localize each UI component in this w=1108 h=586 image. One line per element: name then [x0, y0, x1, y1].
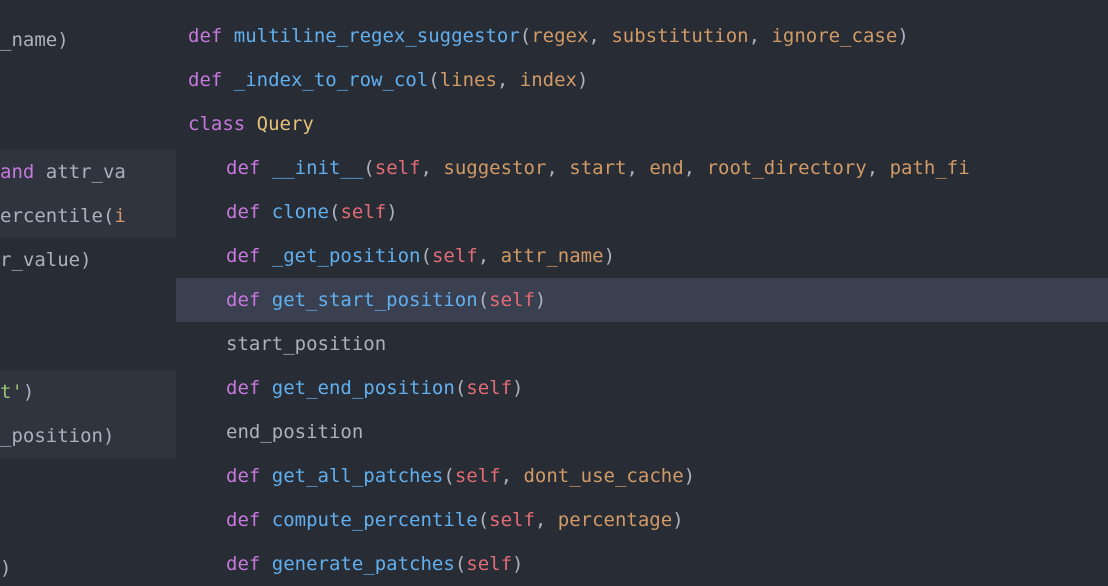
left-line-empty[interactable]: [0, 106, 176, 150]
function-name: get_start_position: [272, 286, 478, 315]
string-text: t': [0, 378, 23, 407]
class-name: Query: [257, 110, 314, 139]
function-name: _index_to_row_col: [234, 66, 428, 95]
keyword-def: def: [226, 154, 260, 183]
outline-item[interactable]: def generate_patches(self): [176, 542, 1108, 586]
param-self: self: [489, 506, 535, 535]
function-name: __init__: [272, 154, 364, 183]
param: end: [649, 154, 683, 183]
left-line[interactable]: _position): [0, 414, 176, 458]
param: attr_name: [501, 242, 604, 271]
param-self: self: [340, 198, 386, 227]
param-self: self: [489, 286, 535, 315]
param: start: [569, 154, 626, 183]
param: substitution: [611, 22, 748, 51]
left-line[interactable]: ): [0, 546, 176, 586]
left-line-empty[interactable]: [0, 62, 176, 106]
param: regex: [531, 22, 588, 51]
keyword-def: def: [188, 66, 222, 95]
keyword-def: def: [226, 462, 260, 491]
left-code-panel: _name) and attr_va ercentile(i r_value) …: [0, 0, 176, 586]
function-name: get_all_patches: [272, 462, 444, 491]
param: suggestor: [443, 154, 546, 183]
function-name: compute_percentile: [272, 506, 478, 535]
param-self: self: [375, 154, 421, 183]
function-name: get_end_position: [272, 374, 455, 403]
param: path_fi: [890, 154, 970, 183]
param-self: self: [466, 550, 512, 579]
param: ignore_case: [771, 22, 897, 51]
function-name: _get_position: [272, 242, 421, 271]
outline-item[interactable]: def __init__(self, suggestor, start, end…: [176, 146, 1108, 190]
keyword-def: def: [226, 286, 260, 315]
param-self: self: [466, 374, 512, 403]
left-line-empty[interactable]: [0, 282, 176, 326]
keyword-class: class: [188, 110, 245, 139]
code-text: r_value): [0, 246, 92, 275]
param: index: [520, 66, 577, 95]
param: dont_use_cache: [523, 462, 683, 491]
left-line-empty[interactable]: [0, 502, 176, 546]
keyword-def: def: [226, 550, 260, 579]
outline-item[interactable]: def _index_to_row_col(lines, index): [176, 58, 1108, 102]
outline-item-class[interactable]: class Query: [176, 102, 1108, 146]
param-self: self: [432, 242, 478, 271]
outline-item[interactable]: def get_end_position(self): [176, 366, 1108, 410]
outline-item[interactable]: def clone(self): [176, 190, 1108, 234]
outline-item[interactable]: def _get_position(self, attr_name): [176, 234, 1108, 278]
outline-item[interactable]: def get_all_patches(self, dont_use_cache…: [176, 454, 1108, 498]
param: lines: [440, 66, 497, 95]
keyword-def: def: [188, 22, 222, 51]
code-text: attr_va: [34, 158, 126, 187]
outline-item-selected[interactable]: def get_start_position(self): [176, 278, 1108, 322]
code-text: _position): [0, 422, 114, 451]
code-text: ): [0, 554, 11, 583]
param-self: self: [455, 462, 501, 491]
left-line[interactable]: r_value): [0, 238, 176, 282]
left-line-empty[interactable]: [0, 326, 176, 370]
function-name: generate_patches: [272, 550, 455, 579]
left-line[interactable]: ercentile(i: [0, 194, 176, 238]
keyword-def: def: [226, 242, 260, 271]
outline-panel: def multiline_regex_suggestor(regex, sub…: [176, 0, 1108, 586]
editor-container: _name) and attr_va ercentile(i r_value) …: [0, 0, 1108, 586]
outline-item[interactable]: def compute_percentile(self, percentage): [176, 498, 1108, 542]
identifier: end_position: [226, 418, 363, 447]
left-line[interactable]: _name): [0, 18, 176, 62]
function-name: multiline_regex_suggestor: [234, 22, 520, 51]
outline-item-property[interactable]: end_position: [176, 410, 1108, 454]
code-text: _name): [0, 26, 69, 55]
keyword-def: def: [226, 374, 260, 403]
keyword-and: and: [0, 158, 34, 187]
param: percentage: [558, 506, 672, 535]
param: root_directory: [707, 154, 867, 183]
identifier: start_position: [226, 330, 386, 359]
keyword-def: def: [226, 198, 260, 227]
code-text: ): [23, 378, 34, 407]
param-text: i: [114, 202, 125, 231]
outline-item[interactable]: def multiline_regex_suggestor(regex, sub…: [176, 14, 1108, 58]
function-name: clone: [272, 198, 329, 227]
outline-item-property[interactable]: start_position: [176, 322, 1108, 366]
code-text: ercentile(: [0, 202, 114, 231]
left-line[interactable]: t'): [0, 370, 176, 414]
left-line-empty[interactable]: [0, 458, 176, 502]
left-line[interactable]: and attr_va: [0, 150, 176, 194]
keyword-def: def: [226, 506, 260, 535]
